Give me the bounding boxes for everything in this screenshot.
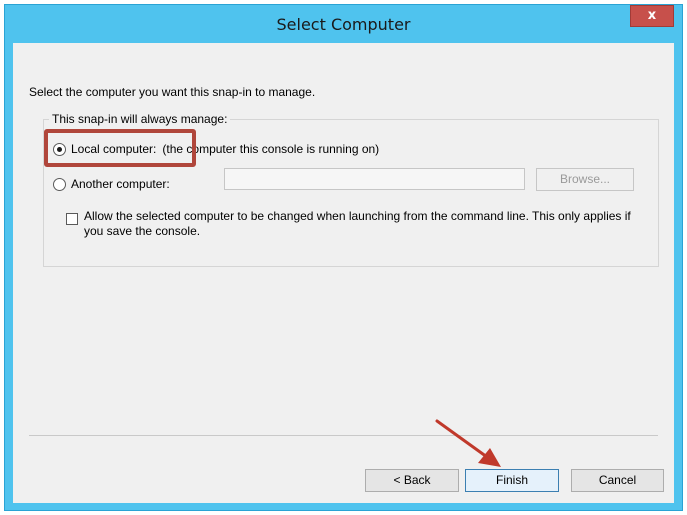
select-computer-dialog: Select Computer x Select the computer yo… xyxy=(4,4,683,511)
annotation-arrow-icon xyxy=(435,419,501,467)
